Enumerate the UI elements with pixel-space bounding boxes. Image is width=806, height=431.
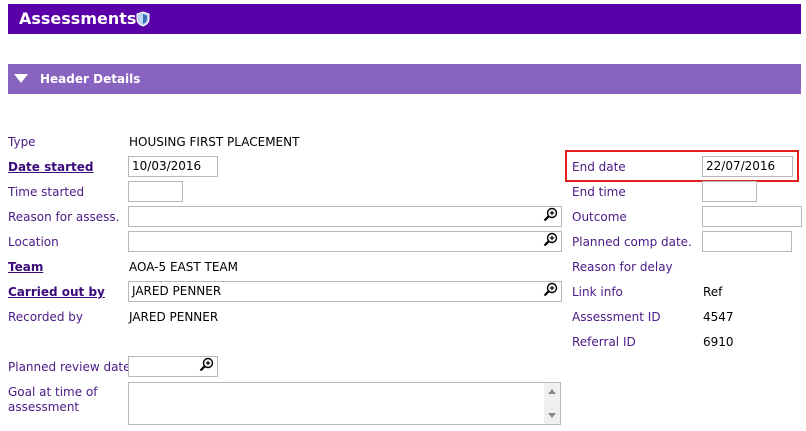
team-link[interactable]: Team [8,260,43,274]
date-started-field[interactable]: 10/03/2016 [128,156,218,177]
magnifier-plus-icon[interactable] [199,357,215,373]
type-label: Type [8,135,36,149]
recorded-by-value: JARED PENNER [129,310,219,324]
end-date-label: End date [572,160,626,174]
goal-label-line2: assessment [8,400,80,414]
carried-out-by-link[interactable]: Carried out by [8,285,105,299]
link-info-value: Ref [703,285,723,299]
section-header-details[interactable]: Header Details [8,64,801,94]
planned-comp-date-field[interactable] [702,231,792,252]
outcome-label: Outcome [572,210,627,224]
planned-review-date-label: Planned review date [8,360,131,374]
title-bar: Assessments [8,4,801,34]
end-date-field[interactable]: 22/07/2016 [702,156,793,177]
goal-scrollbar[interactable] [544,383,560,424]
triangle-down-icon[interactable] [14,74,28,83]
end-time-field[interactable] [702,181,757,202]
planned-comp-date-label: Planned comp date. [572,235,692,249]
magnifier-plus-icon[interactable] [543,282,559,298]
shield-icon[interactable] [136,11,150,27]
assessment-id-label: Assessment ID [572,310,661,324]
type-value: HOUSING FIRST PLACEMENT [129,135,300,149]
section-label: Header Details [40,72,141,86]
page-title: Assessments [19,9,137,28]
date-started-link[interactable]: Date started [8,160,93,174]
magnifier-plus-icon[interactable] [543,207,559,223]
reason-for-assess-field[interactable] [128,206,562,227]
carried-out-by-field[interactable]: JARED PENNER [128,281,562,302]
time-started-field[interactable] [128,181,183,202]
location-label: Location [8,235,59,249]
referral-id-label: Referral ID [572,335,636,349]
location-field[interactable] [128,231,562,252]
reason-for-delay-label: Reason for delay [572,260,673,274]
goal-textarea[interactable] [128,382,561,425]
recorded-by-label: Recorded by [8,310,83,324]
referral-id-value: 6910 [703,335,734,349]
reason-for-assess-label: Reason for assess. [8,210,120,224]
magnifier-plus-icon[interactable] [543,232,559,248]
team-value: AOA-5 EAST TEAM [129,260,238,274]
outcome-field[interactable] [702,206,802,227]
time-started-label: Time started [8,185,85,199]
end-time-label: End time [572,185,626,199]
assessment-id-value: 4547 [703,310,734,324]
scroll-up-icon[interactable] [548,389,556,394]
goal-label-line1: Goal at time of [8,385,98,399]
link-info-label: Link info [572,285,623,299]
scroll-down-icon[interactable] [548,413,556,418]
